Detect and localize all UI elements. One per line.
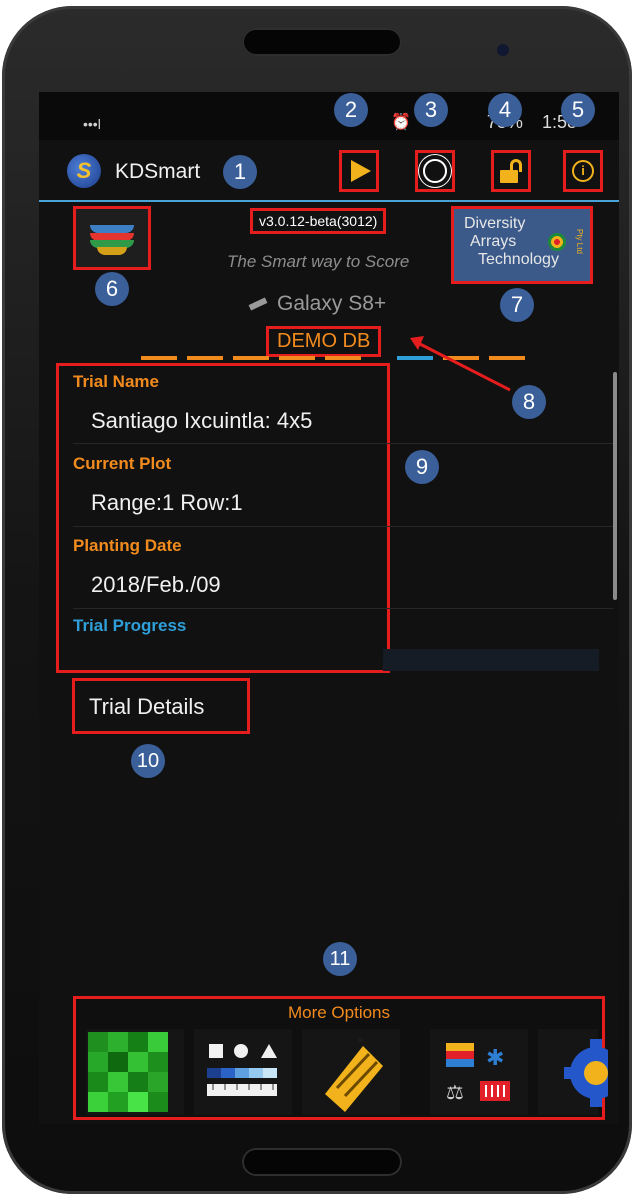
trial-progress-bar	[383, 649, 599, 671]
more-options-label: More Options	[287, 1003, 391, 1022]
info-icon: i	[572, 160, 594, 182]
callout-6: 6	[95, 272, 129, 306]
brightness-button[interactable]	[415, 150, 455, 192]
app-title: KDSmart	[115, 160, 201, 183]
logo-line-1: Diversity	[464, 215, 526, 232]
bottom-speaker	[242, 1148, 402, 1176]
status-bar: •••l ⏰ 78% 1:58	[39, 92, 619, 140]
trial-image-icon	[90, 221, 134, 255]
phone-frame: •••l ⏰ 78% 1:58 S KDSmart i v3.0.12-beta…	[2, 6, 632, 1194]
info-button[interactable]: i	[563, 150, 603, 192]
tools-icon: ✱ ⚖	[446, 1043, 510, 1104]
signal-indicator: •••l	[83, 116, 101, 132]
callout-11: 11	[323, 942, 357, 976]
company-logo: Diversity Arrays Technology Pty Ltd	[451, 206, 593, 284]
planting-date: 2018/Feb./09	[91, 572, 221, 597]
divider	[73, 526, 613, 527]
database-label: DEMO DB	[266, 326, 382, 357]
play-icon	[351, 160, 371, 182]
trial-info-panel[interactable]: Trial Name Santiago Ixcuintla: 4x5 Curre…	[56, 363, 613, 673]
callout-8: 8	[512, 385, 546, 419]
svg-text:⚖: ⚖	[446, 1080, 464, 1104]
settings-option[interactable]	[538, 1029, 608, 1115]
current-plot-label: Current Plot	[73, 454, 172, 473]
shapes-icon	[207, 1044, 277, 1096]
trial-name: Santiago Ixcuintla: 4x5	[91, 408, 313, 433]
unlock-icon	[500, 159, 522, 183]
callout-3: 3	[414, 93, 448, 127]
heatmap-option[interactable]	[86, 1029, 184, 1115]
heatmap-icon	[88, 1032, 168, 1112]
divider	[73, 443, 613, 444]
edit-icon: ×	[325, 1033, 383, 1112]
front-camera	[497, 44, 509, 56]
tools-option[interactable]: ✱ ⚖	[430, 1029, 528, 1115]
callout-5: 5	[561, 93, 595, 127]
target-icon	[548, 233, 566, 251]
play-button[interactable]	[339, 150, 379, 192]
scrollbar[interactable]	[613, 372, 617, 600]
trial-progress-label: Trial Progress	[73, 616, 187, 635]
unlock-button[interactable]	[491, 150, 531, 192]
alarm-icon: ⏰	[391, 114, 411, 131]
logo-ptyltd: Pty Ltd	[575, 229, 584, 254]
callout-1: 1	[223, 155, 257, 189]
brightness-icon	[423, 159, 447, 183]
tagline: The Smart way to Score	[227, 252, 410, 271]
trial-image-button[interactable]	[73, 206, 151, 270]
callout-7: 7	[500, 288, 534, 322]
top-speaker	[242, 28, 402, 56]
more-options-panel: More Options × ✱ ⚖	[73, 996, 608, 1120]
progress-dashes	[141, 356, 531, 360]
traits-option[interactable]	[194, 1029, 292, 1115]
trial-details-button[interactable]: Trial Details	[72, 678, 250, 734]
version-label: v3.0.12-beta(3012)	[250, 208, 387, 234]
planting-date-label: Planting Date	[73, 536, 182, 555]
device-label: Galaxy S8+	[248, 292, 386, 316]
callout-4: 4	[488, 93, 522, 127]
svg-text:×: ×	[357, 1033, 364, 1047]
current-plot: Range:1 Row:1	[91, 490, 243, 515]
logo-line-3: Technology	[478, 251, 559, 268]
callout-2: 2	[334, 93, 368, 127]
trial-name-label: Trial Name	[73, 372, 159, 391]
callout-10: 10	[131, 744, 165, 778]
svg-text:✱: ✱	[486, 1046, 504, 1071]
app-bar: S KDSmart i	[39, 140, 619, 202]
divider	[73, 608, 613, 609]
pen-icon	[248, 297, 268, 311]
app-logo-icon: S	[67, 154, 101, 188]
callout-9: 9	[405, 450, 439, 484]
edit-option[interactable]: ×	[302, 1029, 400, 1115]
settings-icon	[564, 1039, 608, 1107]
